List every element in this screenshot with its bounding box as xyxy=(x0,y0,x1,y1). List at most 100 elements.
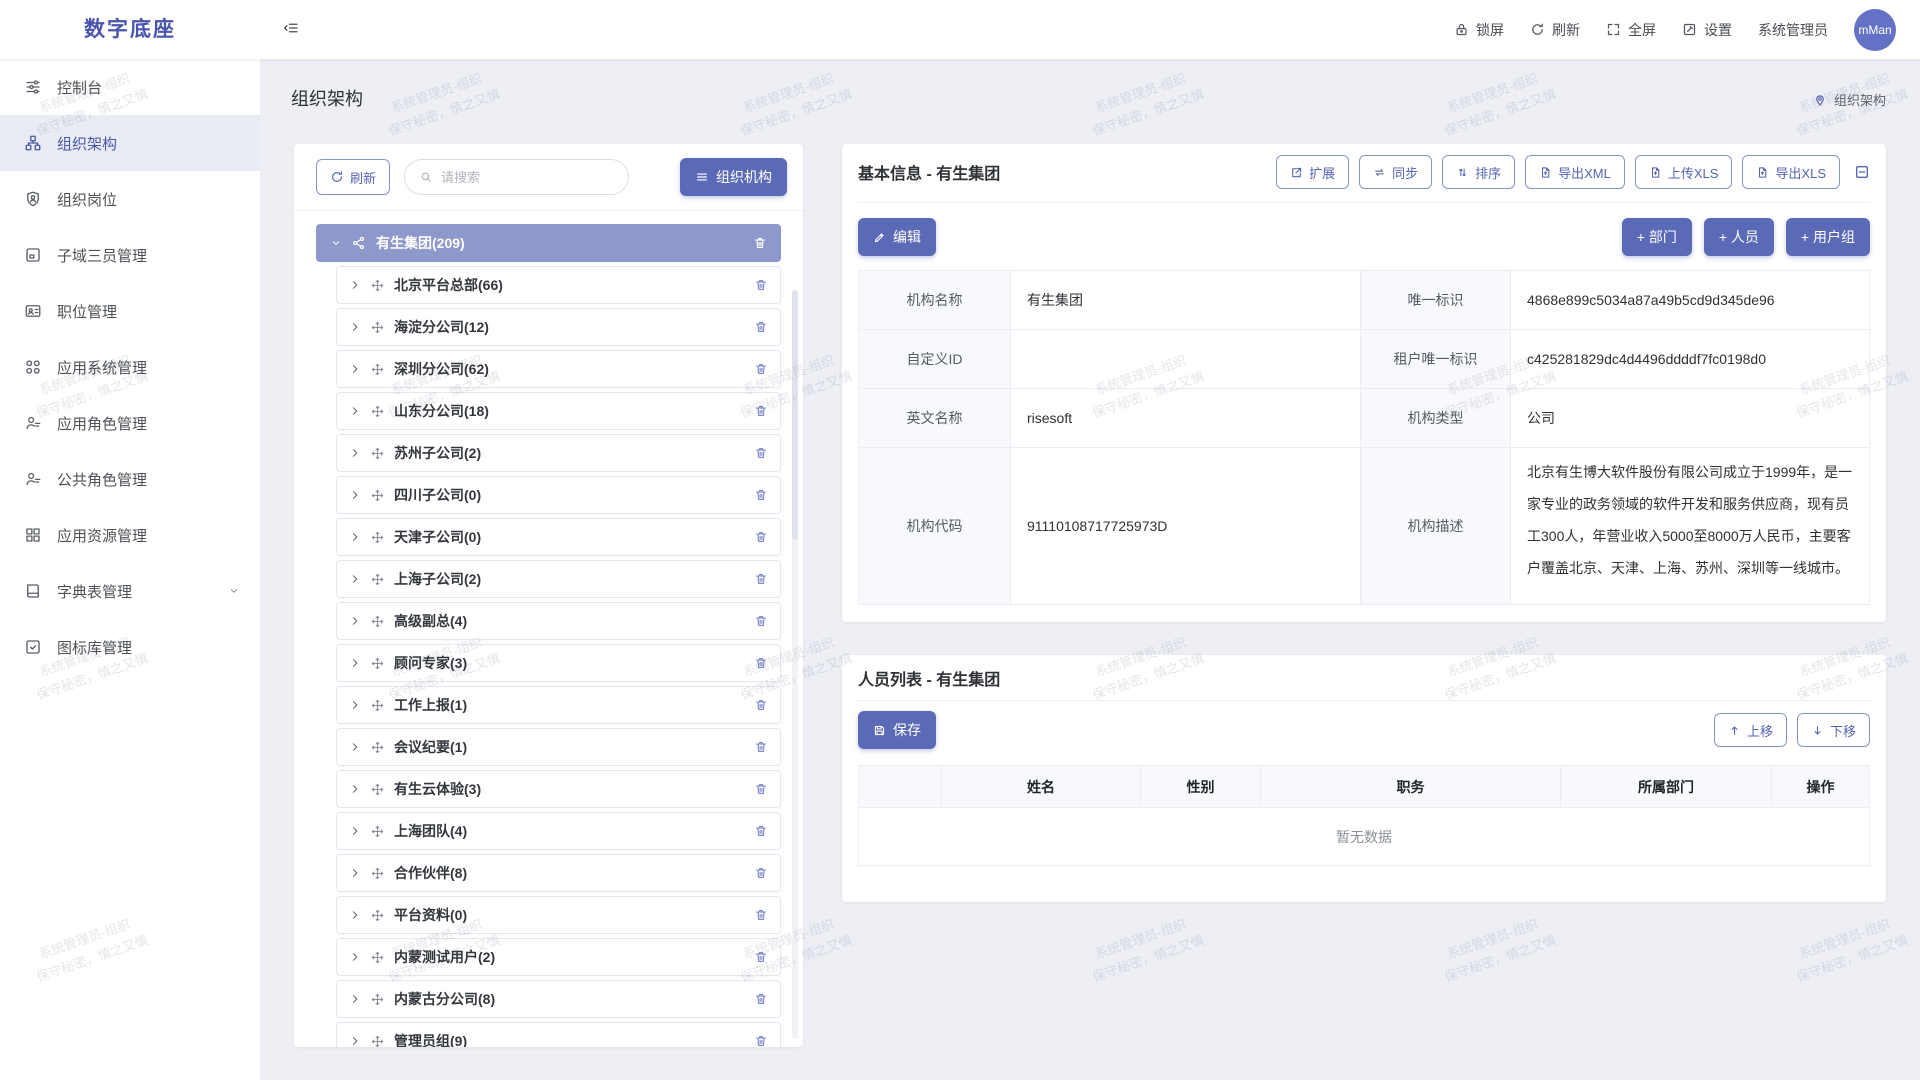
chevron-right-icon[interactable] xyxy=(349,279,361,291)
drag-handle-icon[interactable] xyxy=(371,951,384,964)
trash-icon[interactable] xyxy=(754,446,768,460)
chevron-right-icon[interactable] xyxy=(349,615,361,627)
trash-icon[interactable] xyxy=(754,362,768,376)
trash-icon[interactable] xyxy=(754,572,768,586)
export-xls-button[interactable]: 导出XLS xyxy=(1742,155,1840,189)
sidebar-item-position-management[interactable]: 职位管理 xyxy=(0,283,260,339)
drag-handle-icon[interactable] xyxy=(371,867,384,880)
tree-node[interactable]: 深圳分公司(62) xyxy=(336,350,781,388)
chevron-right-icon[interactable] xyxy=(349,825,361,837)
drag-handle-icon[interactable] xyxy=(371,699,384,712)
chevron-right-icon[interactable] xyxy=(349,363,361,375)
trash-icon[interactable] xyxy=(754,278,768,292)
chevron-right-icon[interactable] xyxy=(349,741,361,753)
tree-node[interactable]: 上海子公司(2) xyxy=(336,560,781,598)
trash-icon[interactable] xyxy=(754,614,768,628)
chevron-right-icon[interactable] xyxy=(349,783,361,795)
drag-handle-icon[interactable] xyxy=(371,405,384,418)
drag-handle-icon[interactable] xyxy=(371,321,384,334)
sidebar-item-app-system[interactable]: 应用系统管理 xyxy=(0,339,260,395)
trash-icon[interactable] xyxy=(754,488,768,502)
sidebar-item-subdomain-admins[interactable]: 子域三员管理 xyxy=(0,227,260,283)
tree-root-node[interactable]: 有生集团(209) xyxy=(316,224,781,262)
trash-icon[interactable] xyxy=(754,1034,768,1047)
current-user-name[interactable]: 系统管理员 xyxy=(1758,20,1828,40)
trash-icon[interactable] xyxy=(754,782,768,796)
drag-handle-icon[interactable] xyxy=(371,531,384,544)
tree-node[interactable]: 海淀分公司(12) xyxy=(336,308,781,346)
tree-node[interactable]: 内蒙测试用户(2) xyxy=(336,938,781,976)
lock-screen-button[interactable]: 锁屏 xyxy=(1454,20,1504,40)
sidebar-item-console[interactable]: 控制台 xyxy=(0,59,260,115)
chevron-right-icon[interactable] xyxy=(349,909,361,921)
org-type-button[interactable]: 组织机构 xyxy=(680,158,787,196)
tree-node[interactable]: 合作伙伴(8) xyxy=(336,854,781,892)
add-user-group-button[interactable]: + 用户组 xyxy=(1786,218,1870,256)
drag-handle-icon[interactable] xyxy=(371,783,384,796)
tree-refresh-button[interactable]: 刷新 xyxy=(316,159,390,195)
trash-icon[interactable] xyxy=(754,698,768,712)
sidebar-item-icon-library[interactable]: 图标库管理 xyxy=(0,619,260,675)
trash-icon[interactable] xyxy=(754,950,768,964)
chevron-right-icon[interactable] xyxy=(349,867,361,879)
drag-handle-icon[interactable] xyxy=(371,615,384,628)
drag-handle-icon[interactable] xyxy=(371,825,384,838)
drag-handle-icon[interactable] xyxy=(371,909,384,922)
tree-node[interactable]: 有生云体验(3) xyxy=(336,770,781,808)
tree-node[interactable]: 内蒙古分公司(8) xyxy=(336,980,781,1018)
fullscreen-button[interactable]: 全屏 xyxy=(1606,20,1656,40)
chevron-right-icon[interactable] xyxy=(349,321,361,333)
expand-button[interactable]: 扩展 xyxy=(1276,155,1349,189)
trash-icon[interactable] xyxy=(753,236,767,250)
sidebar-item-org-structure[interactable]: 组织架构 xyxy=(0,115,260,171)
move-down-button[interactable]: 下移 xyxy=(1797,713,1870,747)
tree-scrollbar[interactable] xyxy=(792,290,798,1039)
chevron-right-icon[interactable] xyxy=(349,531,361,543)
sidebar-item-app-resource[interactable]: 应用资源管理 xyxy=(0,507,260,563)
drag-handle-icon[interactable] xyxy=(371,1035,384,1048)
drag-handle-icon[interactable] xyxy=(371,279,384,292)
settings-button[interactable]: 设置 xyxy=(1682,20,1732,40)
move-up-button[interactable]: 上移 xyxy=(1714,713,1787,747)
tree-node[interactable]: 苏州子公司(2) xyxy=(336,434,781,472)
chevron-right-icon[interactable] xyxy=(349,699,361,711)
tree-node[interactable]: 北京平台总部(66) xyxy=(336,266,781,304)
trash-icon[interactable] xyxy=(754,992,768,1006)
trash-icon[interactable] xyxy=(754,320,768,334)
tree-scrollbar-thumb[interactable] xyxy=(792,290,798,540)
trash-icon[interactable] xyxy=(754,824,768,838)
drag-handle-icon[interactable] xyxy=(371,447,384,460)
chevron-right-icon[interactable] xyxy=(349,951,361,963)
drag-handle-icon[interactable] xyxy=(371,993,384,1006)
tree-node[interactable]: 平台资料(0) xyxy=(336,896,781,934)
tree-search-input[interactable] xyxy=(441,170,591,185)
sidebar-item-public-role[interactable]: 公共角色管理 xyxy=(0,451,260,507)
sidebar-item-dictionary[interactable]: 字典表管理 xyxy=(0,563,260,619)
sidebar-fold-button[interactable] xyxy=(282,19,300,40)
edit-button[interactable]: 编辑 xyxy=(858,218,936,256)
drag-handle-icon[interactable] xyxy=(371,657,384,670)
tree-node[interactable]: 四川子公司(0) xyxy=(336,476,781,514)
trash-icon[interactable] xyxy=(754,908,768,922)
user-avatar[interactable]: mMan xyxy=(1854,9,1896,51)
sidebar-item-org-position[interactable]: 组织岗位 xyxy=(0,171,260,227)
tree-node[interactable]: 会议纪要(1) xyxy=(336,728,781,766)
chevron-right-icon[interactable] xyxy=(349,447,361,459)
chevron-right-icon[interactable] xyxy=(349,657,361,669)
save-button[interactable]: 保存 xyxy=(858,711,936,749)
tree-node[interactable]: 山东分公司(18) xyxy=(336,392,781,430)
trash-icon[interactable] xyxy=(754,656,768,670)
tree-node[interactable]: 管理员组(9) xyxy=(336,1022,781,1047)
trash-icon[interactable] xyxy=(754,740,768,754)
chevron-right-icon[interactable] xyxy=(349,405,361,417)
drag-handle-icon[interactable] xyxy=(371,489,384,502)
tree-node[interactable]: 高级副总(4) xyxy=(336,602,781,640)
drag-handle-icon[interactable] xyxy=(371,573,384,586)
trash-icon[interactable] xyxy=(754,530,768,544)
sidebar-item-app-role[interactable]: 应用角色管理 xyxy=(0,395,260,451)
chevron-down-icon[interactable] xyxy=(330,237,342,249)
trash-icon[interactable] xyxy=(754,404,768,418)
tree-node[interactable]: 天津子公司(0) xyxy=(336,518,781,556)
upload-xls-button[interactable]: 上传XLS xyxy=(1635,155,1733,189)
drag-handle-icon[interactable] xyxy=(371,741,384,754)
